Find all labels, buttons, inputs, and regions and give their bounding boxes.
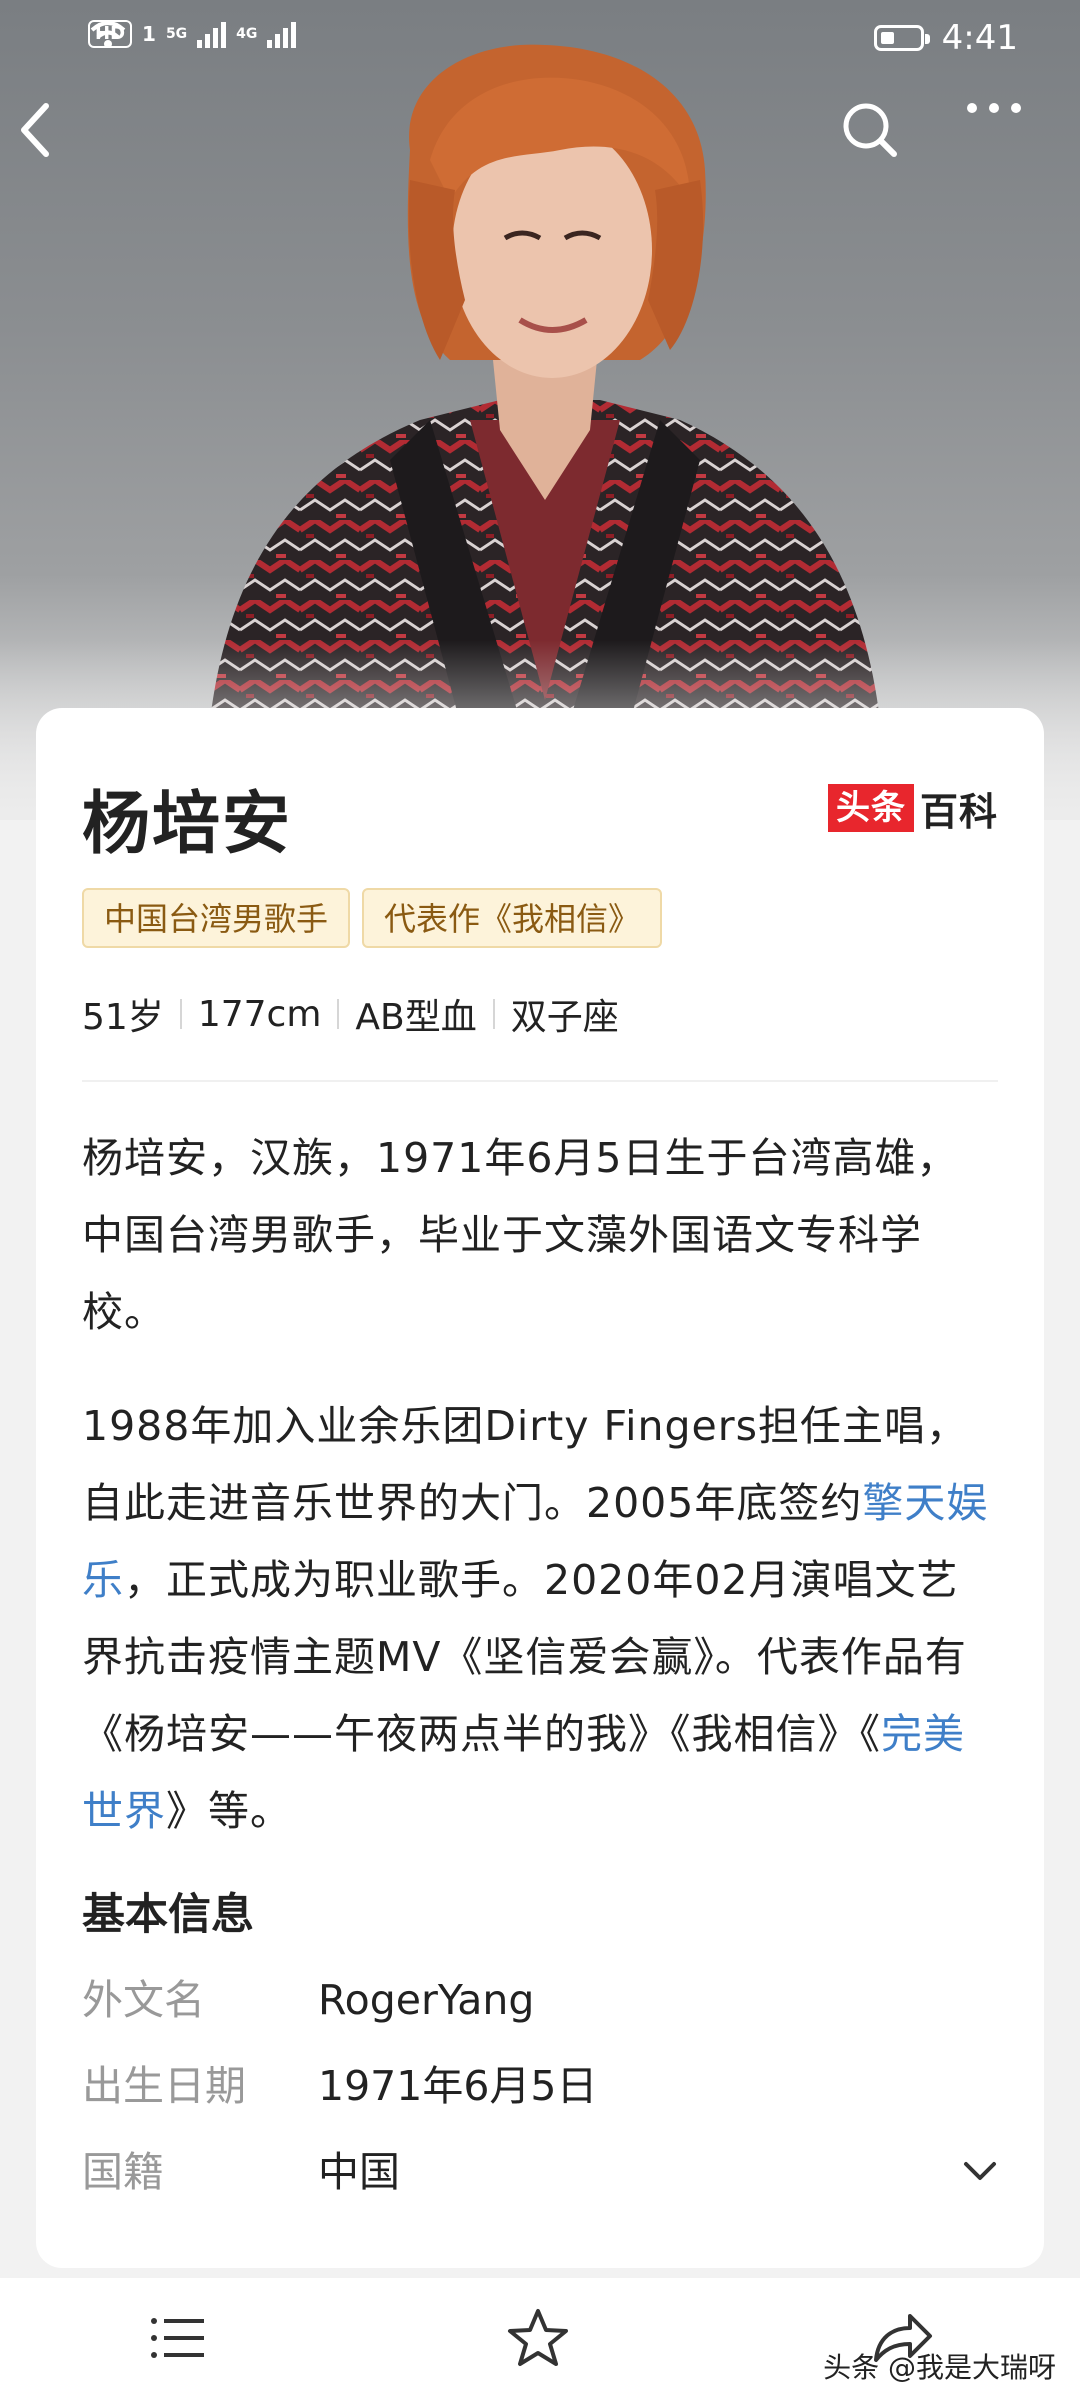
signal-icon-2 (267, 20, 297, 48)
info-value: 中国 (318, 2148, 400, 2196)
favorite-button[interactable] (498, 2298, 578, 2378)
hero-photo: HD 1 5G 4G 4:41 (0, 0, 1080, 820)
wifi-icon (90, 21, 126, 48)
basic-info-title: 基本信息 (82, 1890, 254, 1940)
sim-indicator: 1 (142, 22, 156, 46)
stat-divider (337, 999, 340, 1029)
career-text-3: 》等。 (166, 1787, 292, 1835)
divider (82, 1080, 998, 1082)
info-value: RogerYang (318, 1976, 535, 2024)
chevron-down-icon[interactable] (962, 2156, 998, 2186)
stats-row: 51岁 177cm AB型血 双子座 (82, 988, 619, 1040)
stat-divider (179, 999, 182, 1029)
back-button[interactable] (16, 100, 106, 190)
more-horizontal-icon (967, 103, 1021, 113)
menu-button[interactable] (138, 2298, 218, 2378)
battery-icon (873, 25, 930, 51)
network-type-1: 5G (165, 26, 188, 42)
status-bar: HD 1 5G 4G 4:41 (0, 0, 1080, 80)
tag-occupation[interactable]: 中国台湾男歌手 (82, 888, 351, 948)
career-text-1: 1988年加入业余乐团Dirty Fingers担任主唱，自此走进音乐世界的大门… (82, 1402, 968, 1527)
stat-zodiac: 双子座 (510, 997, 619, 1038)
baike-card: 杨培安 头条 百科 中国台湾男歌手 代表作《我相信》 51岁 177cm AB型… (36, 708, 1044, 2268)
clock: 4:41 (941, 18, 1018, 58)
list-icon (151, 2318, 204, 2358)
star-icon (508, 2309, 568, 2366)
info-value: 1971年6月5日 (318, 2062, 598, 2110)
search-icon (843, 103, 897, 157)
watermark: 头条 @我是大瑞呀 (823, 2351, 1056, 2384)
tag-list: 中国台湾男歌手 代表作《我相信》 (82, 888, 663, 948)
info-row-foreign-name: 外文名 RogerYang (82, 1960, 998, 2040)
info-row-birth-date: 出生日期 1971年6月5日 (82, 2046, 998, 2126)
page-title: 杨培安 (82, 785, 293, 864)
signal-icon (197, 20, 227, 48)
brand-part1: 头条 (827, 784, 914, 832)
info-label: 外文名 (82, 1976, 205, 2024)
chevron-left-icon (21, 103, 49, 157)
network-type-2: 4G (236, 26, 258, 42)
intro-paragraph: 杨培安，汉族，1971年6月5日生于台湾高雄，中国台湾男歌手，毕业于文藻外国语文… (82, 1134, 959, 1336)
stat-blood-type: AB型血 (355, 997, 477, 1038)
info-label: 出生日期 (82, 2062, 246, 2110)
info-row-nationality: 国籍 中国 (82, 2132, 998, 2212)
top-nav (0, 100, 1080, 190)
stat-divider (492, 999, 495, 1029)
career-text-2: ，正式成为职业歌手。2020年02月演唱文艺界抗击疫情主题MV《坚信爱会赢》。代… (82, 1556, 967, 1758)
status-bar-right: 4:41 (873, 18, 1018, 58)
info-label: 国籍 (82, 2148, 164, 2196)
more-button[interactable] (964, 100, 1054, 190)
career-paragraph: 1988年加入业余乐团Dirty Fingers担任主唱，自此走进音乐世界的大门… (82, 1388, 998, 1850)
brand-part2: 百科 (919, 789, 998, 834)
stat-height: 177cm (197, 993, 322, 1035)
search-button[interactable] (840, 100, 930, 190)
tag-masterpiece[interactable]: 代表作《我相信》 (362, 888, 663, 948)
stat-age: 51岁 (82, 997, 164, 1038)
toutiao-baike-logo[interactable]: 头条 百科 (827, 784, 998, 834)
status-bar-left: HD 1 5G 4G (88, 20, 297, 48)
